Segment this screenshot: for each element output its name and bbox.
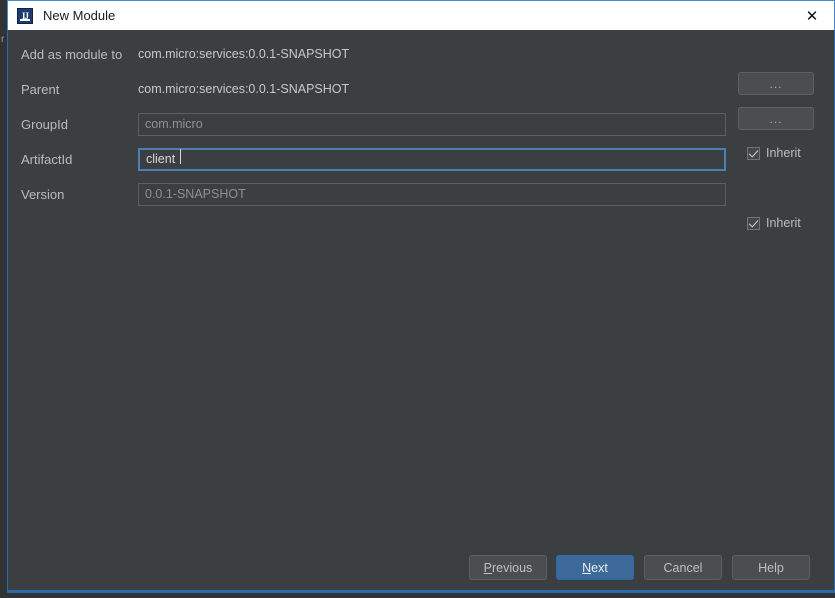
next-button-mnemonic: N	[582, 560, 592, 575]
dialog-title-bar: IJ New Module ✕	[7, 0, 835, 30]
intellij-idea-icon: IJ	[17, 7, 33, 24]
page-title: New Module	[43, 8, 116, 23]
row-version: Version	[8, 181, 834, 207]
label-groupid: GroupId	[21, 116, 68, 132]
cancel-button[interactable]: Cancel	[644, 555, 722, 580]
checkmark-icon	[747, 146, 760, 160]
inherit-version-label: Inherit	[766, 216, 801, 230]
value-parent: com.micro:services:0.0.1-SNAPSHOT	[138, 82, 350, 96]
groupid-input[interactable]	[138, 112, 726, 136]
artifactid-input[interactable]	[138, 147, 726, 171]
next-button-label: ext	[591, 560, 608, 575]
inherit-version-checkbox[interactable]: Inherit	[747, 216, 801, 230]
browse-parent-button[interactable]: ...	[738, 107, 814, 130]
row-artifactid: ArtifactId	[8, 146, 834, 172]
previous-button-label: revious	[492, 560, 533, 575]
checkmark-icon	[747, 216, 760, 230]
text-caret	[180, 149, 181, 164]
dialog-bottom-accent	[8, 590, 834, 592]
next-button[interactable]: Next	[556, 555, 634, 580]
dialog-footer: Previous Next Cancel Help	[8, 555, 834, 589]
label-version: Version	[21, 186, 65, 202]
label-artifactid: ArtifactId	[21, 151, 73, 167]
row-parent: Parent com.micro:services:0.0.1-SNAPSHOT	[8, 76, 834, 102]
inherit-groupid-checkbox[interactable]: Inherit	[747, 146, 801, 160]
inherit-groupid-label: Inherit	[766, 146, 801, 160]
browse-add-as-module-button[interactable]: ...	[738, 72, 814, 95]
previous-button[interactable]: Previous	[469, 555, 547, 580]
label-parent: Parent	[21, 81, 60, 97]
previous-button-mnemonic: P	[483, 560, 493, 575]
value-add-as-module: com.micro:services:0.0.1-SNAPSHOT	[138, 47, 350, 61]
close-icon[interactable]: ✕	[790, 2, 834, 30]
label-add-as-module: Add as module to	[21, 46, 123, 62]
row-groupid: GroupId	[8, 111, 834, 137]
row-add-as-module: Add as module to com.micro:services:0.0.…	[8, 41, 834, 67]
help-button[interactable]: Help	[732, 555, 810, 580]
backdrop-left-strip	[0, 0, 7, 598]
dialog-body: Add as module to com.micro:services:0.0.…	[8, 30, 834, 592]
version-input[interactable]	[138, 182, 726, 206]
